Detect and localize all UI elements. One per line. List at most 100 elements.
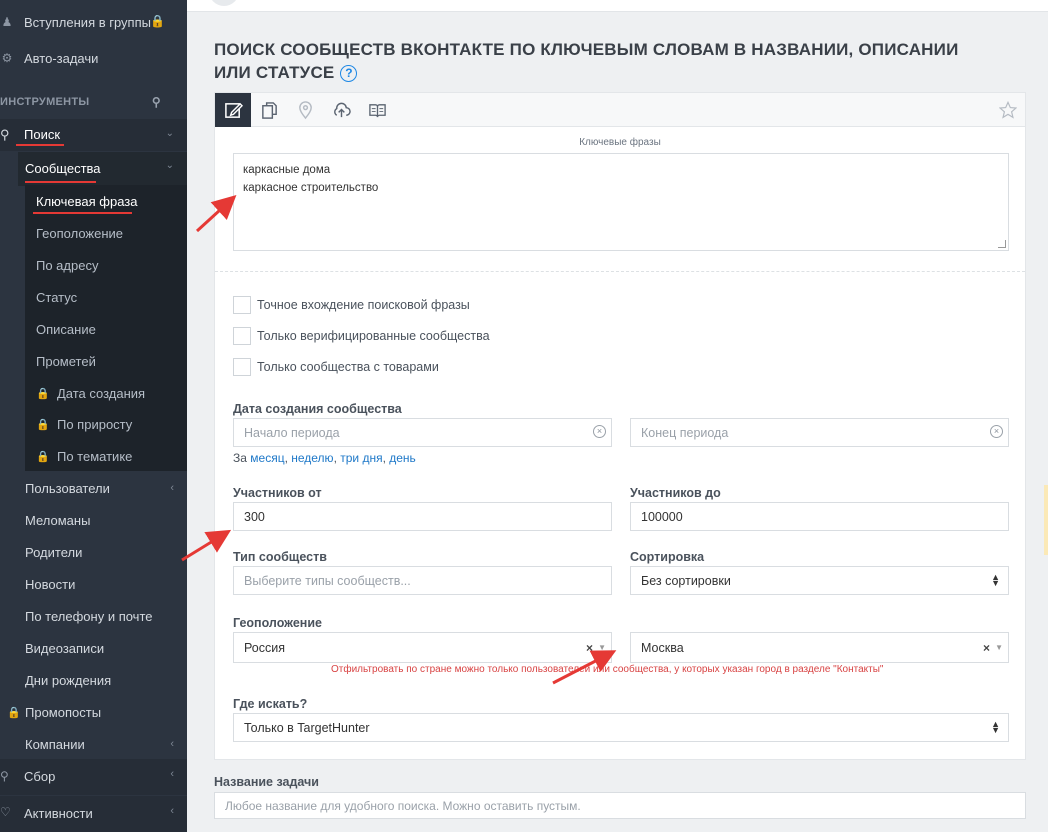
where-label: Где искать? <box>233 697 308 711</box>
task-name-label: Название задачи <box>214 775 319 789</box>
search-icon[interactable]: ⚲ <box>152 95 161 109</box>
sidebar-subitem-description[interactable]: Описание <box>36 313 186 345</box>
resize-handle[interactable] <box>998 240 1006 248</box>
upload-button[interactable] <box>323 93 359 127</box>
highlight-underline <box>25 181 96 183</box>
checkbox-label: Только сообщества с товарами <box>257 360 439 374</box>
divider <box>215 271 1025 272</box>
star-icon[interactable] <box>999 101 1017 119</box>
sidebar-subitem-growth[interactable]: 🔒 По приросту <box>36 408 186 440</box>
section-header-tools: ИНСТРУМЕНТЫ ⚲ <box>0 95 161 109</box>
clear-icon[interactable]: × <box>593 425 606 438</box>
map-pin-icon <box>298 100 312 119</box>
members-to-input[interactable]: 100000 <box>630 502 1009 531</box>
sidebar-item-collect[interactable]: ⚲ Сбор ‹ <box>0 759 187 795</box>
period-month-link[interactable]: месяц <box>250 451 284 465</box>
members-from-label: Участников от <box>233 486 322 500</box>
chevron-left-icon: ‹ <box>170 768 174 780</box>
lock-icon: 🔒 <box>7 706 21 719</box>
help-icon[interactable]: ? <box>340 65 358 82</box>
sidebar-subitem-topic[interactable]: 🔒 По тематике <box>36 440 186 472</box>
lock-icon: 🔒 <box>36 418 50 431</box>
sidebar-item-promoposts[interactable]: 🔒 Промопосты <box>0 696 187 728</box>
geo-error-message: Отфильтровать по стране можно только пол… <box>331 664 884 675</box>
task-name-input[interactable]: Любое название для удобного поиска. Можн… <box>214 792 1026 819</box>
sidebar-item-label: Сообщества <box>25 161 101 176</box>
chevron-down-icon: ▼ <box>598 643 606 652</box>
sidebar-subitem-prometheus[interactable]: Прометей <box>36 345 186 377</box>
with-goods-checkbox[interactable] <box>233 358 251 376</box>
search-form-card: Ключевые фразы каркасные дома каркасное … <box>214 92 1026 760</box>
sidebar-item-search[interactable]: ⚲ Поиск ⌄ <box>0 119 187 151</box>
book-icon <box>368 103 386 117</box>
sidebar-item-music-lovers[interactable]: Меломаны <box>0 504 187 536</box>
heart-icon: ♡ <box>0 805 11 819</box>
sidebar-subitem-creation-date[interactable]: 🔒 Дата создания <box>36 377 186 409</box>
sidebar-item-label: Ключевая фраза <box>36 193 138 209</box>
sort-arrows-icon: ▲ ▼ <box>991 572 1000 588</box>
clear-icon[interactable]: × <box>586 641 593 655</box>
checkbox-label: Только верифицированные сообщества <box>257 329 490 343</box>
sidebar-item-auto-tasks[interactable]: ⚙ Авто-задачи <box>0 42 187 74</box>
sidebar-item-birthdays[interactable]: Дни рождения <box>0 664 187 696</box>
sidebar: ♟ Вступления в группы 🔒 ⚙ Авто-задачи ИН… <box>0 0 187 832</box>
sidebar-item-parents[interactable]: Родители <box>0 536 187 568</box>
keywords-caption: Ключевые фразы <box>579 137 661 148</box>
exact-match-checkbox[interactable] <box>233 296 251 314</box>
guide-button[interactable] <box>359 93 395 127</box>
sidebar-item-activities[interactable]: ♡ Активности ‹ <box>0 796 187 832</box>
country-select[interactable]: Россия × ▼ <box>233 632 612 663</box>
sidebar-item-phone-email[interactable]: По телефону и почте <box>0 600 187 632</box>
type-label: Тип сообществ <box>233 550 327 564</box>
user-plus-icon: ♟ <box>1 15 13 29</box>
date-start-input[interactable]: Начало периода × <box>233 418 612 447</box>
sidebar-item-videos[interactable]: Видеозаписи <box>0 632 187 664</box>
chevron-down-icon: ⌄ <box>165 160 174 171</box>
chevron-down-icon: ▼ <box>995 643 1003 652</box>
geo-label: Геоположение <box>233 616 322 630</box>
where-select[interactable]: Только в TargetHunter ▲ ▼ <box>233 713 1009 742</box>
chevron-left-icon: ‹ <box>170 482 174 494</box>
sidebar-subitem-address[interactable]: По адресу <box>36 249 186 281</box>
edit-icon <box>224 102 243 118</box>
date-end-input[interactable]: Конец периода × <box>630 418 1009 447</box>
sidebar-item-label: Поиск <box>24 127 61 142</box>
lock-icon: 🔒 <box>36 387 50 400</box>
verified-only-checkbox[interactable] <box>233 327 251 345</box>
quick-period-links: За месяц, неделю, три дня, день <box>233 451 416 465</box>
city-select[interactable]: Москва × ▼ <box>630 632 1009 663</box>
sort-label: Сортировка <box>630 550 705 564</box>
cloud-upload-icon <box>333 102 351 117</box>
community-type-select[interactable]: Выберите типы сообществ... <box>233 566 612 595</box>
period-three-days-link[interactable]: три дня <box>340 451 382 465</box>
sidebar-subitem-geo[interactable]: Геоположение <box>36 217 186 249</box>
copy-icon <box>261 101 277 119</box>
sidebar-item-news[interactable]: Новости <box>0 568 187 600</box>
mode-toolbar <box>215 93 1025 127</box>
highlight-underline <box>16 144 64 146</box>
clear-icon[interactable]: × <box>990 425 1003 438</box>
chevron-left-icon: ‹ <box>170 738 174 750</box>
period-day-link[interactable]: день <box>389 451 416 465</box>
sort-arrows-icon: ▲ ▼ <box>991 719 1000 735</box>
avatar[interactable] <box>209 0 239 6</box>
keywords-textarea[interactable]: каркасные дома каркасное строительство <box>233 153 1009 251</box>
edit-mode-button[interactable] <box>215 93 251 127</box>
copy-button[interactable] <box>251 93 287 127</box>
members-to-label: Участников до <box>630 486 721 500</box>
highlight-underline <box>33 212 132 214</box>
sidebar-item-group-joins[interactable]: ♟ Вступления в группы 🔒 <box>0 6 187 38</box>
keyword-line: каркасное строительство <box>243 182 379 194</box>
lock-icon: 🔒 <box>36 450 50 463</box>
sidebar-item-label: Авто-задачи <box>24 50 99 66</box>
sidebar-item-companies[interactable]: Компании ‹ <box>0 728 187 760</box>
sidebar-subitem-status[interactable]: Статус <box>36 281 186 313</box>
location-button[interactable] <box>287 93 323 127</box>
clear-icon[interactable]: × <box>983 641 990 655</box>
notice-strip <box>1044 485 1048 555</box>
sidebar-item-users[interactable]: Пользователи ‹ <box>0 472 187 504</box>
date-label: Дата создания сообщества <box>233 402 402 416</box>
members-from-input[interactable]: 300 <box>233 502 612 531</box>
sort-select[interactable]: Без сортировки ▲ ▼ <box>630 566 1009 595</box>
period-week-link[interactable]: неделю <box>291 451 333 465</box>
